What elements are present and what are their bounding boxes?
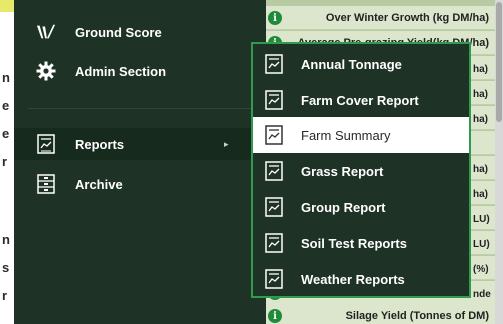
report-icon [265,90,285,110]
row-label: Over Winter Growth (kg DM/ha) [325,11,489,24]
menu-item-label: Reports [75,136,125,152]
report-icon [265,197,285,217]
background-text: n [2,232,10,247]
menu-item-ground-score[interactable]: Ground Score [14,16,266,48]
report-icon [265,269,285,289]
background-text: LU) [473,239,490,250]
report-icon [36,134,56,154]
background-text: e [2,98,10,113]
scrollbar[interactable] [495,0,503,324]
background-text: ha) [473,164,488,175]
menu-divider [28,108,266,109]
submenu-item-label: Farm Cover Report [301,93,419,108]
chevron-right-icon: ▸ [224,138,229,149]
submenu-item-annual-tonnage[interactable]: Annual Tonnage [253,46,469,82]
report-icon [265,161,285,181]
report-icon [265,54,285,74]
submenu-item-label: Soil Test Reports [301,236,407,251]
menu-item-admin-section[interactable]: Admin Section [14,55,266,87]
info-icon[interactable]: i [268,11,282,25]
submenu-item-farm-cover-report[interactable]: Farm Cover Report [253,82,469,118]
report-icon [265,125,285,145]
submenu-item-soil-test-reports[interactable]: Soil Test Reports [253,225,469,261]
gear-icon [36,61,56,81]
submenu-item-group-report[interactable]: Group Report [253,189,469,225]
menu-item-label: Ground Score [75,24,162,40]
info-icon[interactable]: i [268,309,282,323]
background-text: r [2,154,8,169]
ground-score-logo-icon [36,22,56,42]
background-text: ha) [473,189,488,200]
background-text: LU) [473,214,490,225]
main-nav-menu: Ground Score Admin Section Reports ▸ Arc… [14,0,266,324]
submenu-item-label: Weather Reports [301,272,405,287]
background-text: e [2,126,10,141]
menu-item-reports[interactable]: Reports ▸ [14,128,266,160]
submenu-item-label: Farm Summary [301,128,391,143]
submenu-item-farm-summary[interactable]: Farm Summary [253,117,469,153]
background-text: nde [473,289,491,300]
submenu-item-label: Grass Report [301,164,384,179]
table-row: i Silage Yield (Tonnes of DM) [262,304,495,324]
menu-item-archive[interactable]: Archive [14,168,266,200]
report-icon [265,233,285,253]
background-text: ha) [473,114,488,125]
menu-item-label: Archive [75,176,123,192]
background-text: s [2,260,10,275]
background-text: n [2,70,10,85]
reports-submenu: Annual Tonnage Farm Cover Report Farm Su… [251,42,471,298]
submenu-item-weather-reports[interactable]: Weather Reports [253,261,469,297]
table-row: i Over Winter Growth (kg DM/ha) [262,6,495,30]
archive-icon [36,174,56,194]
submenu-item-grass-report[interactable]: Grass Report [253,153,469,189]
background-highlight [0,0,14,12]
menu-item-label: Admin Section [75,63,167,79]
background-text: (%) [473,264,489,275]
submenu-item-label: Annual Tonnage [301,57,402,72]
submenu-item-label: Group Report [301,200,386,215]
background-text: r [2,288,8,303]
row-label: Silage Yield (Tonnes of DM) [345,309,489,322]
background-text: ha) [473,64,488,75]
scrollbar-thumb[interactable] [496,2,502,122]
background-text: ha) [473,89,488,100]
